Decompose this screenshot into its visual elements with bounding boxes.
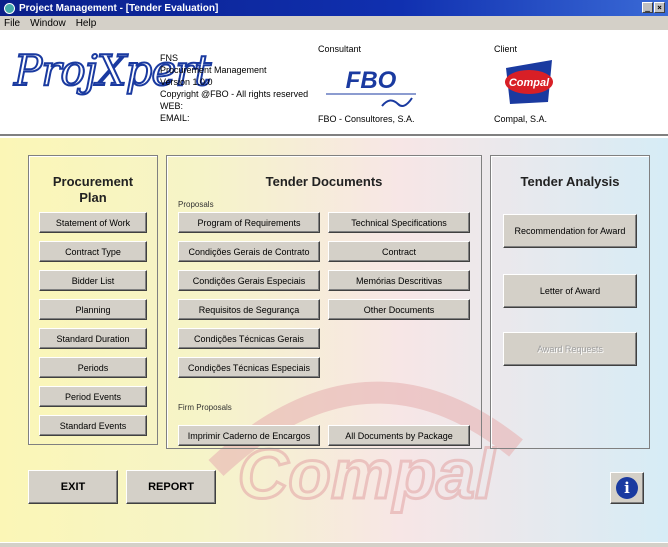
condicoes-gerais-contrato-button[interactable]: Condições Gerais de Contrato: [178, 241, 320, 262]
bidder-list-button[interactable]: Bidder List: [39, 270, 147, 291]
procurement-plan-title: Procurement Plan: [52, 174, 134, 205]
main-area: Compal Procurement Plan Statement of Wor…: [0, 138, 668, 542]
info-line: FNS: [160, 53, 178, 63]
firm-proposals-label: Firm Proposals: [178, 403, 232, 412]
menu-help[interactable]: Help: [76, 18, 97, 29]
info-line: WEB:: [160, 101, 184, 111]
report-button[interactable]: REPORT: [126, 470, 216, 504]
info-line: EMAIL:: [160, 113, 190, 123]
info-icon: i: [616, 477, 638, 499]
info-line: Procurement Management: [160, 65, 267, 75]
all-documents-by-package-button[interactable]: All Documents by Package: [328, 425, 470, 446]
product-info: FNS Procurement Management Version 1.0.0…: [160, 52, 308, 124]
letter-of-award-button[interactable]: Letter of Award: [503, 274, 637, 308]
status-bar: [0, 542, 668, 547]
window-title: Project Management - [Tender Evaluation]: [19, 2, 219, 14]
fbo-logo: FBO: [326, 67, 416, 107]
imprimir-caderno-button[interactable]: Imprimir Caderno de Encargos: [178, 425, 320, 446]
award-requests-button[interactable]: Award Requests: [503, 332, 637, 366]
condicoes-tecnicas-gerais-button[interactable]: Condições Técnicas Gerais: [178, 328, 320, 349]
standard-duration-button[interactable]: Standard Duration: [39, 328, 147, 349]
client-name: Compal, S.A.: [494, 114, 548, 124]
standard-events-button[interactable]: Standard Events: [39, 415, 147, 436]
memorias-descritivas-button[interactable]: Memórias Descritivas: [328, 270, 470, 291]
close-button[interactable]: ×: [654, 2, 665, 13]
info-line: Copyright @FBO - All rights reserved: [160, 89, 309, 99]
period-events-button[interactable]: Period Events: [39, 386, 147, 407]
program-of-requirements-button[interactable]: Program of Requirements: [178, 212, 320, 233]
technical-specifications-button[interactable]: Technical Specifications: [328, 212, 470, 233]
periods-button[interactable]: Periods: [39, 357, 147, 378]
minimize-button[interactable]: _: [642, 2, 653, 13]
tender-documents-title: Tender Documents: [265, 174, 383, 189]
statement-of-work-button[interactable]: Statement of Work: [39, 212, 147, 233]
condicoes-tecnicas-especiais-button[interactable]: Condições Técnicas Especiais: [178, 357, 320, 378]
other-documents-button[interactable]: Other Documents: [328, 299, 470, 320]
consultant-name: FBO - Consultores, S.A.: [318, 114, 415, 124]
menu-file[interactable]: File: [4, 18, 20, 29]
compal-logo: Compal: [505, 60, 553, 104]
client-label: Client: [494, 44, 518, 54]
menu-window[interactable]: Window: [30, 18, 66, 29]
title-bar: Project Management - [Tender Evaluation]…: [0, 0, 668, 16]
tender-analysis-title: Tender Analysis: [520, 174, 620, 189]
planning-button[interactable]: Planning: [39, 299, 147, 320]
contract-type-button[interactable]: Contract Type: [39, 241, 147, 262]
info-line: Version 1.0.0: [160, 77, 213, 87]
exit-button[interactable]: EXIT: [28, 470, 118, 504]
requisitos-seguranca-button[interactable]: Requisitos de Segurança: [178, 299, 320, 320]
compal-logo-text: Compal: [509, 77, 550, 89]
contract-button[interactable]: Contract: [328, 241, 470, 262]
fbo-logo-text: FBO: [346, 67, 397, 94]
info-button[interactable]: i: [610, 472, 644, 504]
app-icon: [4, 2, 15, 14]
condicoes-gerais-especiais-button[interactable]: Condições Gerais Especiais: [178, 270, 320, 291]
menu-bar: File Window Help: [0, 16, 668, 30]
recommendation-for-award-button[interactable]: Recommendation for Award: [503, 214, 637, 248]
header: ProjXpert FNS Procurement Management Ver…: [0, 30, 668, 136]
consultant-label: Consultant: [318, 44, 362, 54]
proposals-label: Proposals: [178, 200, 214, 209]
